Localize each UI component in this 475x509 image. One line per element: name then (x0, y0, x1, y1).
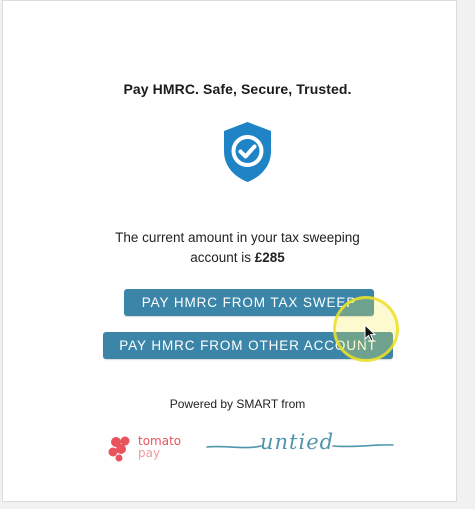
pay-hmrc-from-tax-sweep-button[interactable]: PAY HMRC FROM TAX SWEEP (124, 289, 374, 316)
tomato-pay-logo: tomato pay (107, 434, 187, 462)
balance-prefix: account is (190, 250, 255, 265)
page-headline: Pay HMRC. Safe, Secure, Trusted. (123, 81, 352, 97)
powered-by-text: Powered by SMART from (169, 397, 306, 411)
balance-line-1: The current amount in your tax sweeping (115, 230, 360, 245)
tomato-pay-wordmark: tomato pay (138, 435, 181, 459)
untied-logo: untied (205, 428, 395, 462)
shield-check-icon (224, 122, 271, 182)
tomato-pay-icon (108, 436, 130, 462)
balance-line-2: account is £285 (0, 248, 475, 268)
untied-wordmark: untied (260, 430, 335, 454)
tomato-pay-subtext: pay (138, 446, 161, 460)
pay-hmrc-from-other-account-button[interactable]: PAY HMRC FROM OTHER ACCOUNT (103, 332, 393, 359)
balance-message: The current amount in your tax sweeping … (0, 228, 475, 268)
balance-amount: £285 (254, 250, 285, 265)
